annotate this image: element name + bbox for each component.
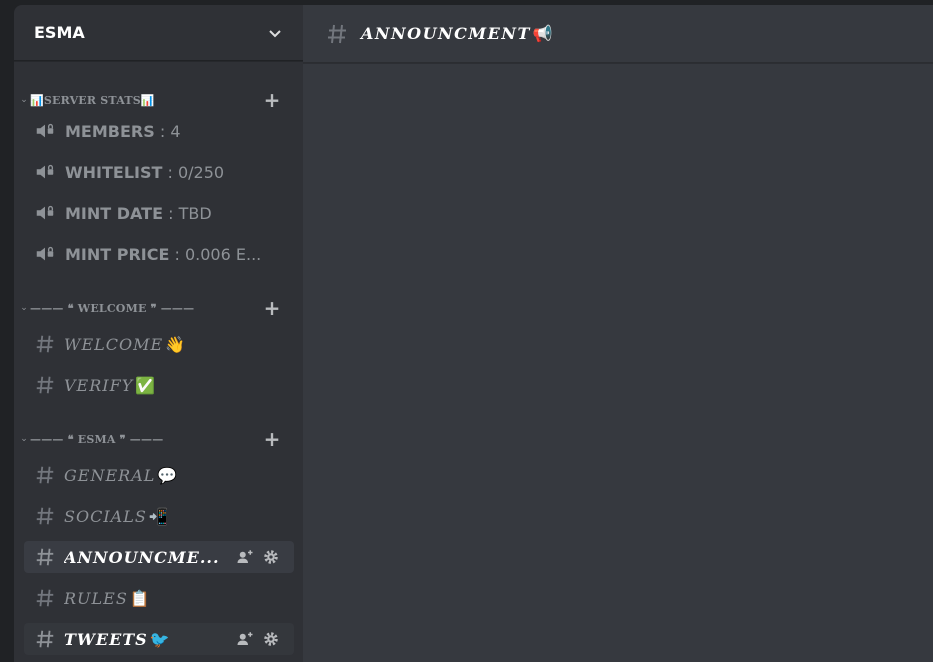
mobile-phone-emoji: 📲: [148, 506, 169, 526]
voice-channel-mint-price[interactable]: MINT PRICE : 0.006 E...: [24, 238, 294, 270]
category-esma[interactable]: ⌄ ——— ❝ ESMA ❞ ——— +: [14, 427, 303, 451]
hash-icon: [36, 376, 54, 394]
gear-icon[interactable]: [262, 548, 280, 566]
gear-icon[interactable]: [262, 630, 280, 648]
voice-channel-whitelist[interactable]: WHITELIST : 0/250: [24, 156, 294, 188]
voice-channel-name: WHITELIST: [65, 162, 163, 182]
speaker-locked-icon: [36, 246, 54, 261]
hash-icon: [36, 630, 54, 648]
voice-channel-value: : 0/250: [162, 162, 225, 182]
invite-member-icon[interactable]: [236, 548, 254, 566]
text-channel-rules[interactable]: RULES 📋: [24, 582, 294, 614]
text-channel-verify[interactable]: VERIFY ✅: [24, 369, 294, 401]
voice-channel-name: MINT PRICE: [65, 244, 170, 264]
text-channel-socials[interactable]: SOCIALS 📲: [24, 500, 294, 532]
channel-name: WELCOME: [64, 334, 164, 354]
clipboard-emoji: 📋: [129, 588, 150, 608]
speech-bubble-emoji: 💬: [157, 465, 178, 485]
server-name: ESMA: [34, 23, 85, 42]
add-channel-icon[interactable]: +: [263, 296, 281, 320]
channel-name: VERIFY: [64, 375, 134, 395]
chat-area: ANNOUNCMENT 📢: [303, 5, 933, 662]
channel-name: RULES: [64, 588, 128, 608]
text-channel-welcome[interactable]: WELCOME 👋: [24, 328, 294, 360]
channel-name: ANNOUNCME...: [64, 547, 220, 567]
channel-name: TWEETS: [64, 629, 148, 649]
speaker-locked-icon: [36, 164, 54, 179]
add-channel-icon[interactable]: +: [263, 88, 281, 112]
check-mark-emoji: ✅: [135, 375, 156, 395]
channel-name: GENERAL: [64, 465, 156, 485]
voice-channel-value: : 0.006 E...: [169, 244, 262, 264]
channel-name: SOCIALS: [64, 506, 147, 526]
chevron-down-icon: ⌄: [20, 434, 28, 444]
bird-emoji: 🐦: [149, 629, 170, 649]
voice-channel-members[interactable]: MEMBERS : 4: [24, 115, 294, 147]
speaker-locked-icon: [36, 123, 54, 138]
voice-channel-value: : TBD: [163, 203, 212, 223]
chevron-down-icon: [269, 29, 281, 37]
channel-title: ANNOUNCMENT: [361, 24, 531, 43]
voice-channel-name: MEMBERS: [65, 121, 155, 141]
waving-hand-emoji: 👋: [165, 334, 186, 354]
discord-app: ESMA ⌄ 📊SERVER STATS📊 + MEMBERS : 4 WHIT…: [0, 0, 933, 662]
category-server-stats[interactable]: ⌄ 📊SERVER STATS📊 +: [14, 88, 303, 112]
text-channel-announcement[interactable]: ANNOUNCME...: [24, 541, 294, 573]
channel-sidebar: ESMA ⌄ 📊SERVER STATS📊 + MEMBERS : 4 WHIT…: [14, 5, 303, 662]
channel-header: ANNOUNCMENT 📢: [303, 5, 933, 63]
server-header[interactable]: ESMA: [14, 5, 303, 61]
voice-channel-name: MINT DATE: [65, 203, 164, 223]
chevron-down-icon: ⌄: [20, 303, 28, 313]
text-channel-general[interactable]: GENERAL 💬: [24, 459, 294, 491]
hash-icon: [36, 589, 54, 607]
hash-icon: [36, 466, 54, 484]
category-label: ——— ❝ WELCOME ❞ ———: [30, 301, 195, 315]
category-label: 📊SERVER STATS📊: [30, 93, 155, 107]
hash-icon: [36, 548, 54, 566]
add-channel-icon[interactable]: +: [263, 427, 281, 451]
hash-icon: [36, 335, 54, 353]
invite-member-icon[interactable]: [236, 630, 254, 648]
text-channel-tweets[interactable]: TWEETS 🐦: [24, 623, 294, 655]
category-welcome[interactable]: ⌄ ——— ❝ WELCOME ❞ ——— +: [14, 296, 303, 320]
hash-icon: [36, 507, 54, 525]
hash-icon: [328, 24, 346, 43]
megaphone-emoji: 📢: [532, 24, 553, 43]
category-label: ——— ❝ ESMA ❞ ———: [30, 432, 164, 446]
voice-channel-value: : 4: [154, 121, 181, 141]
speaker-locked-icon: [36, 205, 54, 220]
chevron-down-icon: ⌄: [20, 95, 28, 105]
voice-channel-mint-date[interactable]: MINT DATE : TBD: [24, 197, 294, 229]
